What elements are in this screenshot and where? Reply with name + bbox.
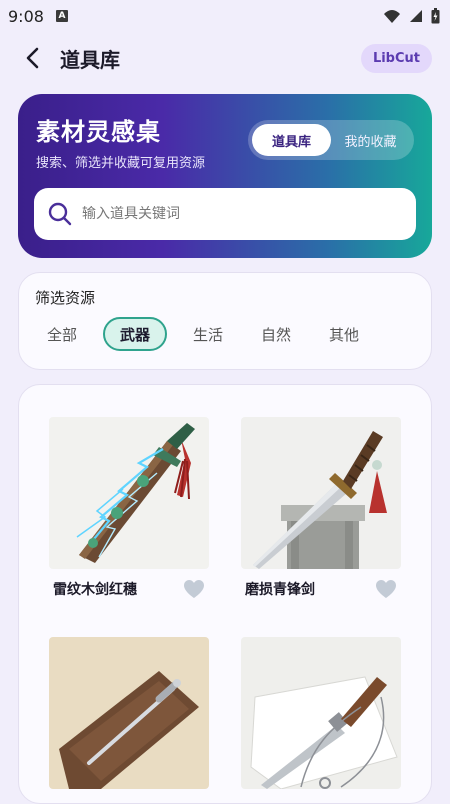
page-title: 道具库 [60, 47, 120, 72]
worn-sword-image [241, 417, 401, 569]
hero-subtitle: 搜索、筛选并收藏可复用资源 [36, 156, 206, 171]
chip-all[interactable]: 全部 [35, 317, 89, 351]
filter-title: 筛选资源 [35, 289, 96, 307]
thunder-sword-image [49, 417, 209, 569]
status-bar: 9:08 A [0, 0, 450, 32]
back-button[interactable] [18, 44, 46, 72]
item-card[interactable] [49, 637, 209, 789]
filter-chips: 全部 武器 生活 自然 其他 [35, 317, 371, 351]
chip-nature[interactable]: 自然 [249, 317, 303, 351]
chip-daily[interactable]: 生活 [181, 317, 235, 351]
item-card[interactable] [241, 637, 401, 789]
item-name: 雷纹木剑红穗 [53, 582, 137, 598]
item-name: 磨损青锋剑 [245, 582, 315, 598]
item-card[interactable]: 磨损青锋剑 [241, 417, 401, 599]
app-bar: 道具库 LibCut [0, 38, 450, 78]
item-footer: 磨损青锋剑 [241, 579, 401, 599]
tab-library[interactable]: 道具库 [252, 124, 331, 156]
search-box [34, 188, 416, 240]
back-arrow-icon [26, 47, 39, 69]
search-input[interactable] [82, 206, 382, 222]
item-thumbnail [49, 637, 209, 789]
heart-icon[interactable] [183, 579, 205, 599]
status-time: 9:08 [8, 6, 44, 26]
battery-icon [431, 8, 440, 24]
items-grid: 雷纹木剑红穗 磨损青锋剑 [18, 384, 432, 804]
item-thumbnail [241, 637, 401, 789]
library-tabs: 道具库 我的收藏 [248, 120, 414, 160]
hero-title: 素材灵感桌 [36, 118, 161, 146]
filter-card: 筛选资源 全部 武器 生活 自然 其他 [18, 272, 432, 370]
knife-cloth-image [241, 637, 401, 789]
awl-leather-image [49, 637, 209, 789]
item-card[interactable]: 雷纹木剑红穗 [49, 417, 209, 599]
libcut-badge[interactable]: LibCut [360, 43, 432, 73]
notification-icon: A [55, 10, 68, 22]
status-icons [383, 8, 440, 24]
item-thumbnail [241, 417, 401, 569]
item-footer: 雷纹木剑红穗 [49, 579, 209, 599]
heart-icon[interactable] [375, 579, 397, 599]
cellular-icon [410, 10, 422, 22]
hero-card: 素材灵感桌 搜索、筛选并收藏可复用资源 道具库 我的收藏 [18, 94, 432, 258]
search-icon [48, 202, 72, 226]
chip-other[interactable]: 其他 [317, 317, 371, 351]
signal-icon [384, 10, 400, 23]
tab-favorites[interactable]: 我的收藏 [331, 124, 410, 156]
chip-weapons[interactable]: 武器 [103, 317, 168, 351]
item-thumbnail [49, 417, 209, 569]
